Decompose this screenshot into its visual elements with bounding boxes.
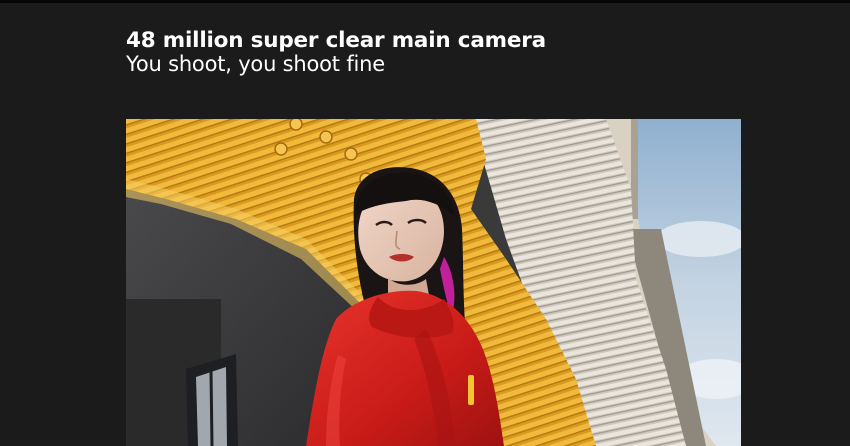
feature-title: 48 million super clear main camera [126, 28, 546, 53]
sample-photo-illustration [126, 119, 741, 446]
top-edge-bar [0, 0, 850, 3]
feature-heading: 48 million super clear main camera You s… [126, 28, 546, 77]
sample-photo [126, 119, 741, 446]
feature-subtitle: You shoot, you shoot fine [126, 52, 385, 77]
